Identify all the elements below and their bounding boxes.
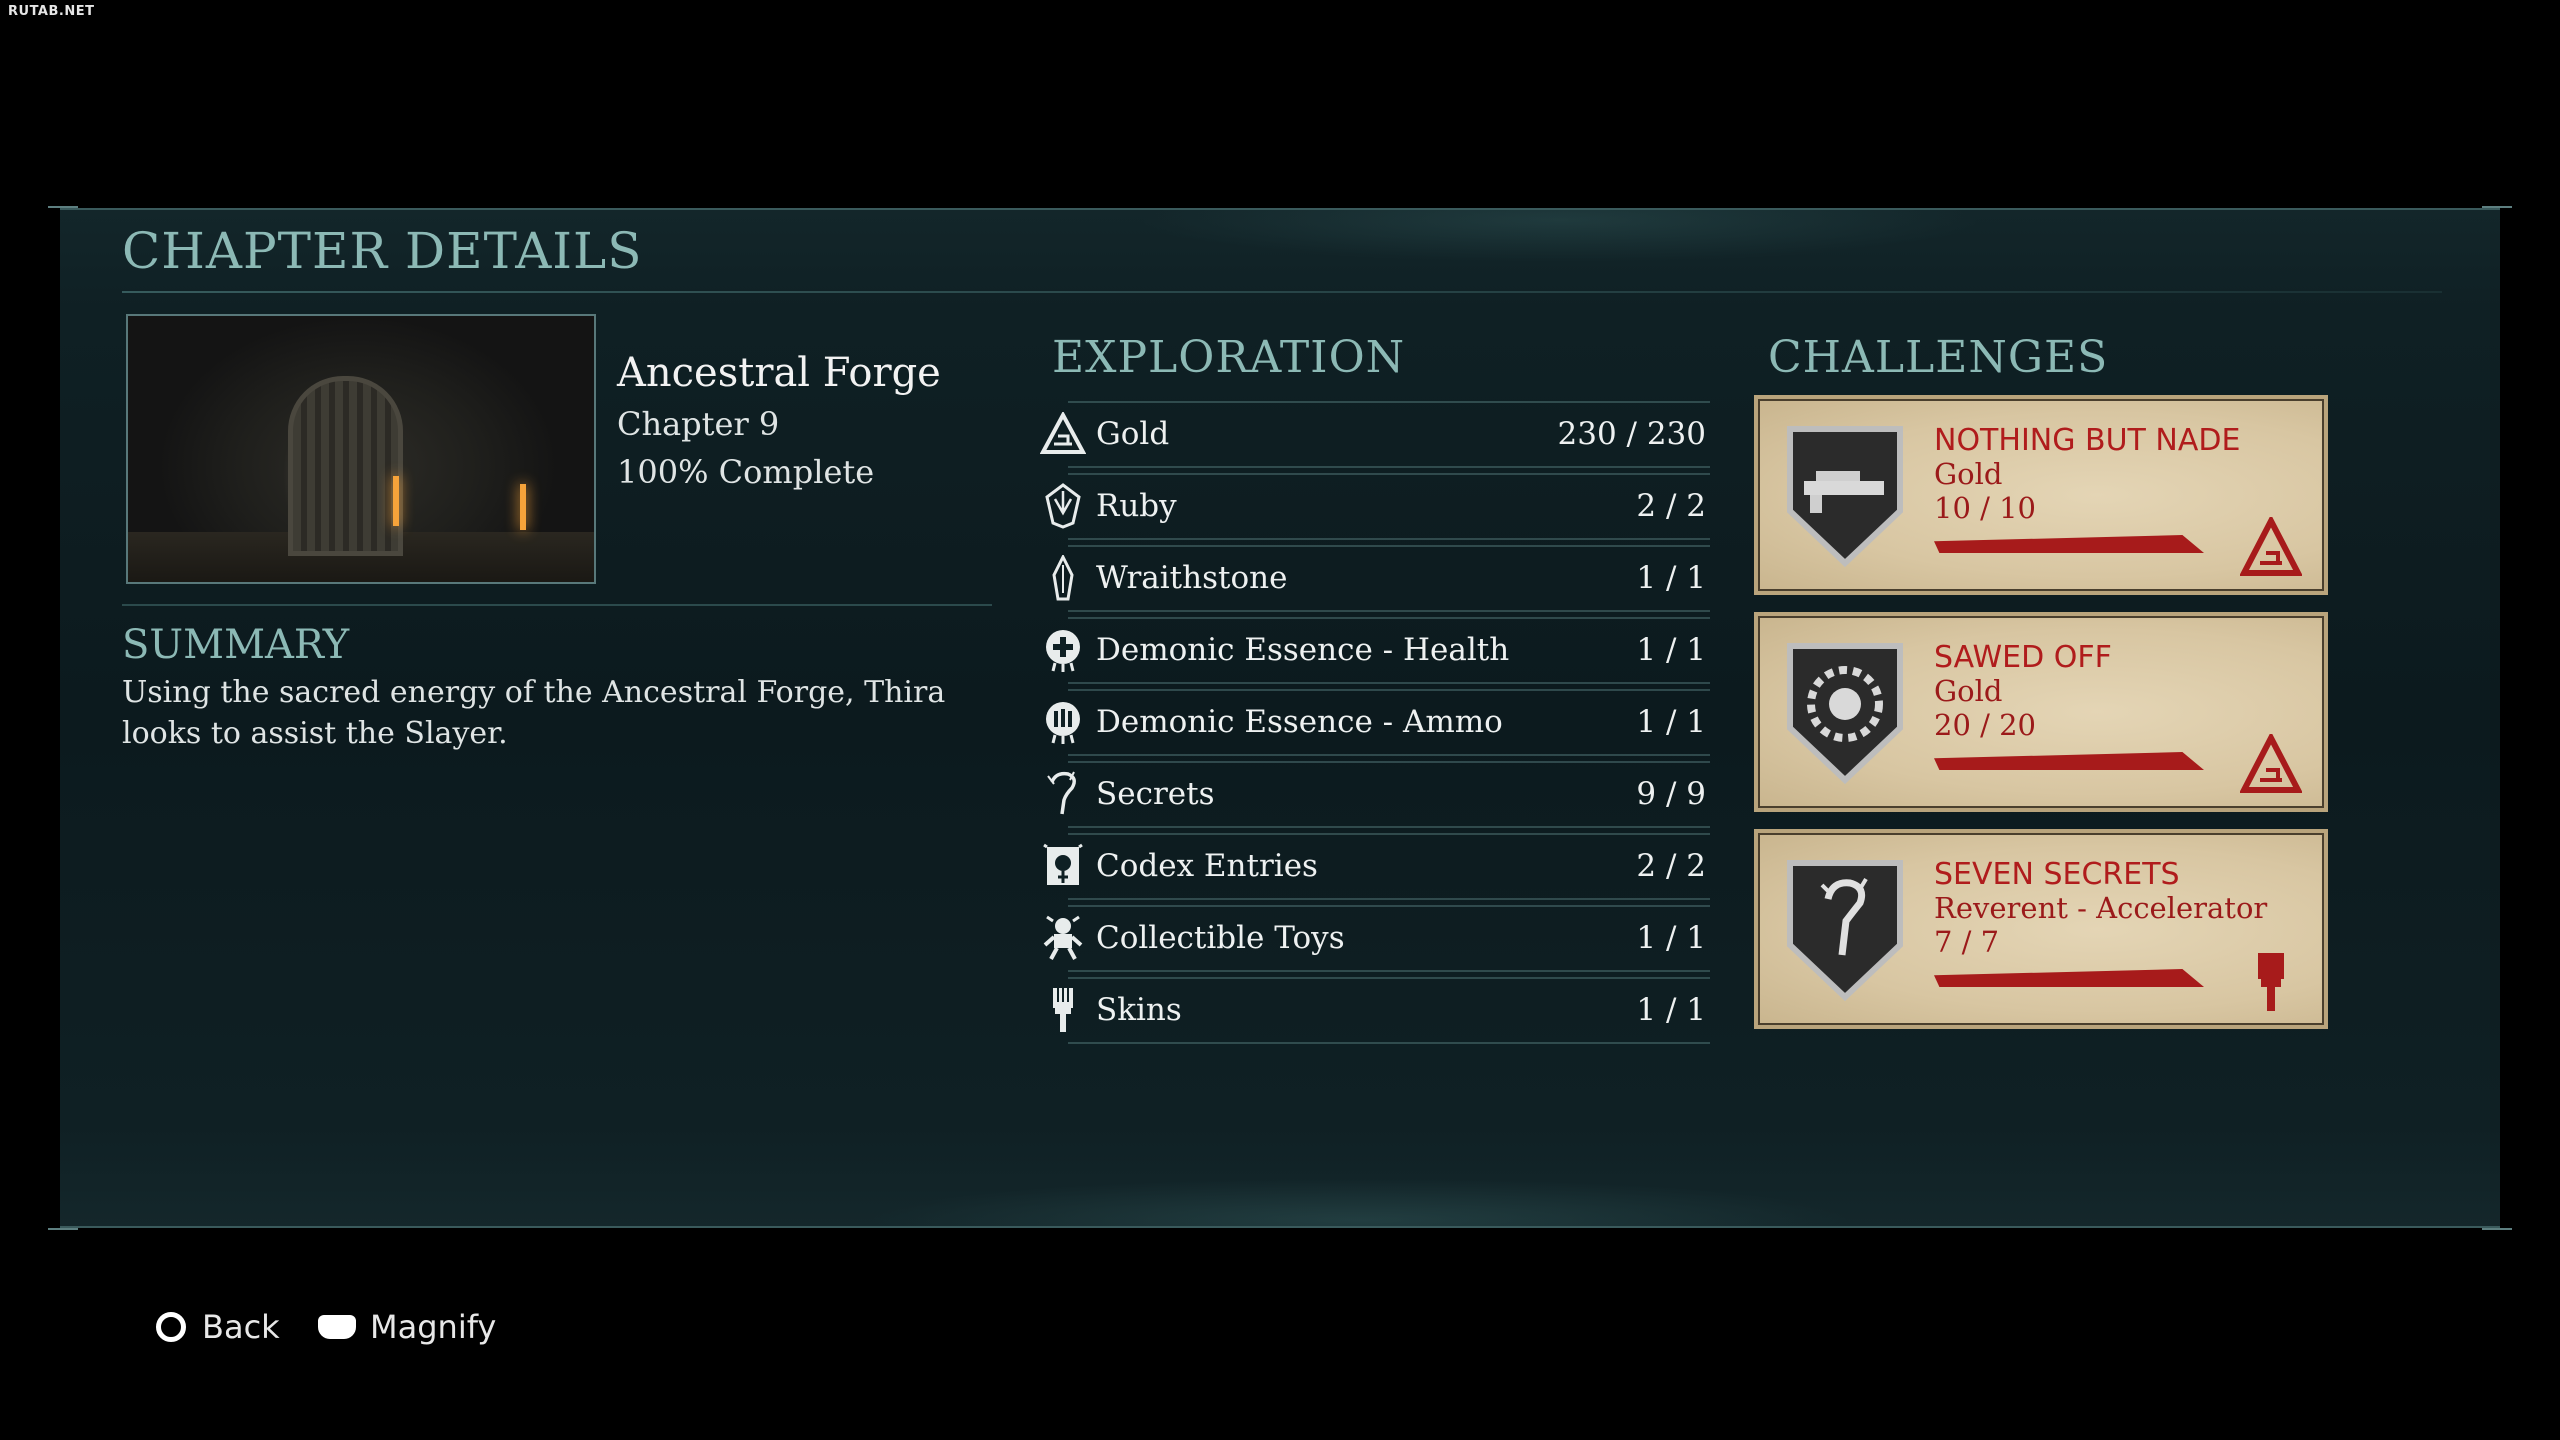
exploration-row-ammo-essence: Demonic Essence - Ammo 1 / 1 — [1038, 686, 1710, 758]
thumbnail-light — [520, 484, 526, 530]
title-divider — [122, 291, 2442, 293]
challenge-progress-bar — [1934, 752, 2204, 770]
exploration-value: 1 / 1 — [1636, 920, 1706, 956]
challenge-progress: 7 / 7 — [1934, 925, 2000, 959]
chapter-number: Chapter 9 — [617, 405, 780, 443]
toy-icon — [1038, 913, 1088, 963]
exploration-list: Gold 230 / 230 Ruby 2 / 2 Wraithstone 1 … — [1038, 398, 1710, 1046]
grenade-launcher-badge-icon — [1787, 426, 1903, 568]
exploration-value: 2 / 2 — [1636, 848, 1706, 884]
challenge-title: SAWED OFF — [1934, 640, 2112, 675]
challenge-title: NOTHING BUT NADE — [1934, 423, 2241, 458]
saw-blade-badge-icon — [1787, 643, 1903, 785]
exploration-value: 9 / 9 — [1636, 776, 1706, 812]
exploration-label: Gold — [1096, 416, 1170, 452]
chapter-name: Ancestral Forge — [617, 350, 941, 396]
challenge-reward: Gold — [1934, 457, 2003, 491]
exploration-row-gold: Gold 230 / 230 — [1038, 398, 1710, 470]
summary-heading: SUMMARY — [122, 622, 350, 668]
challenge-progress: 10 / 10 — [1934, 491, 2037, 525]
exploration-value: 1 / 1 — [1636, 560, 1706, 596]
challenge-card[interactable]: SEVEN SECRETS Reverent - Accelerator 7 /… — [1754, 829, 2328, 1029]
panel-corner-tr — [2482, 206, 2512, 208]
chapter-thumbnail — [126, 314, 596, 584]
exploration-value: 1 / 1 — [1636, 704, 1706, 740]
secret-icon — [1038, 769, 1088, 819]
exploration-row-codex: Codex Entries 2 / 2 — [1038, 830, 1710, 902]
challenge-reward: Reverent - Accelerator — [1934, 891, 2268, 925]
summary-text: Using the sacred energy of the Ancestral… — [122, 675, 946, 751]
exploration-label: Codex Entries — [1096, 848, 1318, 884]
exploration-row-wraithstone: Wraithstone 1 / 1 — [1038, 542, 1710, 614]
ammo-essence-icon — [1038, 697, 1088, 747]
challenges-heading: CHALLENGES — [1768, 332, 2109, 383]
exploration-value: 1 / 1 — [1636, 992, 1706, 1028]
challenge-reward: Gold — [1934, 674, 2003, 708]
exploration-row-secrets: Secrets 9 / 9 — [1038, 758, 1710, 830]
exploration-label: Ruby — [1096, 488, 1177, 524]
back-label: Back — [202, 1308, 280, 1346]
wraithstone-icon — [1038, 553, 1088, 603]
gold-reward-icon — [2240, 734, 2302, 793]
exploration-value: 1 / 1 — [1636, 632, 1706, 668]
exploration-label: Wraithstone — [1096, 560, 1288, 596]
watermark: RUTAB.NET — [8, 4, 95, 19]
thumbnail-forge-door — [288, 376, 403, 556]
challenge-progress: 20 / 20 — [1934, 708, 2037, 742]
paint-brush-reward-icon — [2258, 953, 2284, 1011]
exploration-value: 230 / 230 — [1557, 416, 1707, 452]
exploration-label: Demonic Essence - Ammo — [1096, 704, 1503, 740]
challenge-progress-bar — [1934, 969, 2204, 987]
summary-divider — [122, 604, 992, 606]
exploration-label: Secrets — [1096, 776, 1215, 812]
exploration-value: 2 / 2 — [1636, 488, 1706, 524]
ruby-icon — [1038, 481, 1088, 531]
skin-brush-icon — [1038, 985, 1088, 1035]
panel-corner-tl — [48, 206, 78, 208]
page-title: CHAPTER DETAILS — [122, 222, 643, 280]
exploration-label: Demonic Essence - Health — [1096, 632, 1510, 668]
gold-icon — [1038, 409, 1088, 459]
question-mark-badge-icon — [1787, 860, 1903, 1002]
panel-corner-br — [2482, 1228, 2512, 1230]
exploration-row-skins: Skins 1 / 1 — [1038, 974, 1710, 1046]
challenge-title: SEVEN SECRETS — [1934, 857, 2180, 892]
exploration-label: Collectible Toys — [1096, 920, 1345, 956]
challenge-progress-bar — [1934, 535, 2204, 553]
codex-icon — [1038, 841, 1088, 891]
health-essence-icon — [1038, 625, 1088, 675]
challenge-card[interactable]: NOTHING BUT NADE Gold 10 / 10 — [1754, 395, 2328, 595]
touchpad-button-icon — [318, 1315, 356, 1339]
exploration-heading: EXPLORATION — [1052, 332, 1406, 383]
magnify-label: Magnify — [370, 1308, 497, 1346]
chapter-completion: 100% Complete — [617, 453, 875, 491]
exploration-row-ruby: Ruby 2 / 2 — [1038, 470, 1710, 542]
back-prompt[interactable]: Back — [156, 1308, 280, 1346]
panel-corner-bl — [48, 1228, 78, 1230]
thumbnail-light — [393, 476, 399, 526]
magnify-prompt[interactable]: Magnify — [318, 1308, 496, 1346]
circle-button-icon — [156, 1312, 186, 1342]
gold-reward-icon — [2240, 517, 2302, 576]
exploration-row-health-essence: Demonic Essence - Health 1 / 1 — [1038, 614, 1710, 686]
exploration-row-toys: Collectible Toys 1 / 1 — [1038, 902, 1710, 974]
challenge-card[interactable]: SAWED OFF Gold 20 / 20 — [1754, 612, 2328, 812]
exploration-label: Skins — [1096, 992, 1182, 1028]
